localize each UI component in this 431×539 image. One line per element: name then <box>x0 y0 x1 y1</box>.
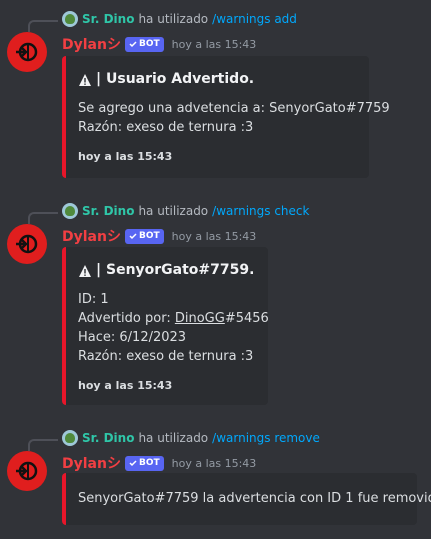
embed-line-with-mention: Advertido por: DinoGG#5456 <box>78 309 269 328</box>
check-icon <box>129 233 137 240</box>
reply-context[interactable]: Sr. Dino ha utilizado /warnings add <box>62 10 297 28</box>
bot-badge: BOT <box>124 455 164 471</box>
bot-label: BOT <box>138 38 160 49</box>
embed-line: Hace: 6/12/2023 <box>78 330 187 345</box>
timestamp[interactable]: hoy a las 15:43 <box>172 38 257 51</box>
embed-title-text: | Usuario Advertido. <box>96 71 255 87</box>
embed: | SenyorGato#7759. ID: 1 Advertido por: … <box>62 247 269 405</box>
reply-text: ha utilizado <box>138 431 209 445</box>
author-name[interactable]: Dylanシ <box>62 453 121 473</box>
embed-footer: hoy a las 15:43 <box>78 150 173 163</box>
warning-icon <box>79 73 91 86</box>
bot-logo-icon <box>16 461 38 481</box>
message-header: Dylanシ BOT hoy a las 15:43 <box>62 226 256 246</box>
reply-context[interactable]: Sr. Dino ha utilizado /warnings remove <box>62 429 320 447</box>
bot-logo-icon <box>16 234 38 254</box>
embed: SenyorGato#7759 la advertencia con ID 1 … <box>62 473 431 525</box>
reply-avatar[interactable] <box>62 11 78 27</box>
bot-logo-icon <box>16 42 38 62</box>
user-tag: #5456 <box>224 311 269 326</box>
reply-avatar[interactable] <box>62 430 78 446</box>
reply-username[interactable]: Sr. Dino <box>82 431 134 445</box>
command-link[interactable]: /warnings add <box>212 12 297 26</box>
reply-connector <box>28 439 58 451</box>
embed-title: | SenyorGato#7759. <box>78 261 256 280</box>
user-mention[interactable]: DinoGG <box>175 311 225 326</box>
check-icon <box>129 41 137 48</box>
timestamp[interactable]: hoy a las 15:43 <box>172 230 257 243</box>
message-header: Dylanシ BOT hoy a las 15:43 <box>62 453 256 473</box>
reply-connector <box>28 212 58 224</box>
author-name[interactable]: Dylanシ <box>62 226 121 246</box>
avatar[interactable] <box>7 451 47 491</box>
embed-label: Advertido por: <box>78 311 175 326</box>
message-header: Dylanシ BOT hoy a las 15:43 <box>62 34 256 54</box>
avatar[interactable] <box>7 224 47 264</box>
reply-connector <box>28 20 58 32</box>
command-link[interactable]: /warnings check <box>212 204 309 218</box>
embed-footer: hoy a las 15:43 <box>78 379 173 392</box>
command-link[interactable]: /warnings remove <box>212 431 320 445</box>
embed-text: SenyorGato#7759 la advertencia con ID 1 … <box>78 491 431 506</box>
embed-line: Se agrego una advetencia a: SenyorGato#7… <box>78 101 390 116</box>
embed-line: Razón: exeso de ternura :3 <box>78 120 254 135</box>
reply-username[interactable]: Sr. Dino <box>82 204 134 218</box>
embed-line: Razón: exeso de ternura :3 <box>78 349 254 364</box>
reply-text: ha utilizado <box>138 12 209 26</box>
warning-icon <box>79 264 91 277</box>
bot-badge: BOT <box>124 36 164 52</box>
reply-context[interactable]: Sr. Dino ha utilizado /warnings check <box>62 202 309 220</box>
avatar[interactable] <box>7 32 47 72</box>
embed-title-text: | SenyorGato#7759. <box>96 262 255 278</box>
bot-badge: BOT <box>124 228 164 244</box>
author-name[interactable]: Dylanシ <box>62 34 121 54</box>
timestamp[interactable]: hoy a las 15:43 <box>172 457 257 470</box>
reply-username[interactable]: Sr. Dino <box>82 12 134 26</box>
embed-line: ID: 1 <box>78 292 109 307</box>
check-icon <box>129 460 137 467</box>
embed: | Usuario Advertido. Se agrego una advet… <box>62 56 390 178</box>
reply-text: ha utilizado <box>138 204 209 218</box>
bot-label: BOT <box>138 230 160 241</box>
bot-label: BOT <box>138 457 160 468</box>
reply-avatar[interactable] <box>62 203 78 219</box>
embed-title: | Usuario Advertido. <box>78 70 357 89</box>
